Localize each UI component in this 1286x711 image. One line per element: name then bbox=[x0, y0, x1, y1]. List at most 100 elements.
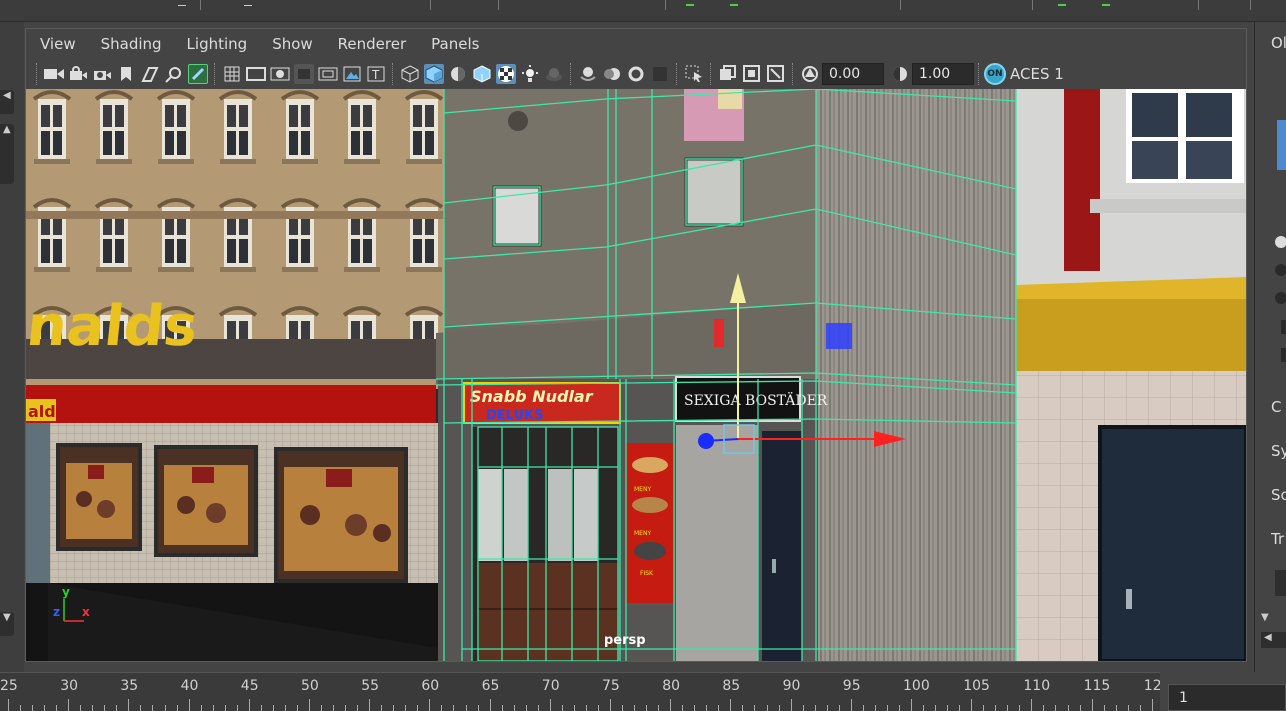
frame-tick bbox=[573, 705, 575, 711]
resolution-gate-icon[interactable] bbox=[270, 64, 290, 84]
frame-tick bbox=[947, 705, 949, 711]
anti-aliasing-icon[interactable] bbox=[626, 64, 646, 84]
frame-tick bbox=[826, 705, 828, 711]
checkbox[interactable] bbox=[1281, 348, 1286, 362]
safe-title-icon[interactable]: T bbox=[366, 64, 386, 84]
brand-sign-text: nalds bbox=[26, 294, 201, 359]
top-marker-green bbox=[686, 0, 694, 6]
top-marker-green bbox=[1102, 0, 1110, 6]
gamma-field[interactable] bbox=[912, 63, 974, 85]
top-divider bbox=[200, 0, 201, 10]
frame-tick bbox=[32, 705, 34, 711]
frame-tick bbox=[537, 705, 539, 711]
frame-tick bbox=[730, 699, 732, 711]
frame-tick bbox=[489, 699, 491, 711]
gamma-icon[interactable] bbox=[890, 64, 910, 84]
chevron-down-icon[interactable]: ▼ bbox=[1261, 612, 1286, 624]
textured-icon[interactable] bbox=[496, 64, 516, 84]
frame-tick-label: 105 bbox=[963, 678, 990, 694]
menu-shading[interactable]: Shading bbox=[101, 35, 162, 53]
toolbar-separator bbox=[570, 63, 572, 85]
default-material-icon[interactable] bbox=[448, 64, 468, 84]
radio-button-selected[interactable] bbox=[1275, 236, 1286, 248]
frame-tick bbox=[935, 705, 937, 711]
menu-view[interactable]: View bbox=[40, 35, 76, 53]
frame-tick bbox=[1043, 705, 1045, 711]
image-plane-icon[interactable] bbox=[140, 64, 160, 84]
frame-tick bbox=[778, 705, 780, 711]
film-gate-icon[interactable] bbox=[246, 64, 266, 84]
scroll-thumb[interactable] bbox=[0, 144, 14, 184]
3d-viewport[interactable]: nalds alds Snabb Nudlar DELUKS SEXIGA BO… bbox=[26, 89, 1246, 661]
depth-of-field-icon[interactable] bbox=[650, 64, 670, 84]
exposure-field[interactable] bbox=[822, 63, 884, 85]
svg-text:MENY: MENY bbox=[634, 486, 651, 493]
frame-tick-label: 80 bbox=[662, 678, 681, 694]
xray-icon[interactable] bbox=[718, 64, 738, 84]
wireframe-icon[interactable] bbox=[400, 64, 420, 84]
menu-lighting[interactable]: Lighting bbox=[187, 35, 248, 53]
frame-tick bbox=[585, 705, 587, 711]
current-frame-field[interactable] bbox=[1168, 684, 1286, 711]
menu-show[interactable]: Show bbox=[272, 35, 312, 53]
grid-icon[interactable] bbox=[222, 64, 242, 84]
frame-tick-label: 90 bbox=[782, 678, 801, 694]
frame-tick-label: 65 bbox=[481, 678, 500, 694]
2d-pan-zoom-icon[interactable] bbox=[164, 64, 184, 84]
isolate-select-icon[interactable] bbox=[684, 64, 704, 84]
exposure-icon[interactable] bbox=[800, 64, 820, 84]
frame-tick bbox=[911, 699, 912, 711]
bookmark-icon[interactable] bbox=[116, 64, 136, 84]
collapse-handle[interactable]: ◀ bbox=[0, 90, 14, 114]
frame-tick bbox=[1127, 705, 1129, 711]
frame-tick-label: 70 bbox=[541, 678, 560, 694]
frame-tick bbox=[670, 699, 672, 711]
attribute-field[interactable] bbox=[1275, 570, 1286, 596]
motion-blur-icon[interactable] bbox=[602, 64, 622, 84]
safe-action-icon[interactable] bbox=[342, 64, 362, 84]
frame-tick bbox=[766, 705, 768, 711]
grease-pencil-icon[interactable] bbox=[188, 64, 208, 84]
chevron-down-icon: ▼ bbox=[3, 612, 11, 623]
radio-button[interactable] bbox=[1275, 292, 1286, 304]
wireframe-on-shaded-icon[interactable] bbox=[472, 64, 492, 84]
color-management-toggle[interactable]: ON bbox=[984, 63, 1006, 85]
menu-panels[interactable]: Panels bbox=[431, 35, 479, 53]
frame-tick bbox=[802, 705, 804, 711]
svg-text:MENY: MENY bbox=[634, 530, 651, 537]
frame-tick bbox=[983, 705, 985, 711]
frame-tick bbox=[790, 699, 792, 711]
scroll-down-button[interactable]: ▼ bbox=[0, 612, 14, 636]
camera-name-label: persp bbox=[604, 633, 646, 648]
gate-mask-icon[interactable] bbox=[294, 64, 314, 84]
frame-tick bbox=[8, 699, 9, 711]
field-chart-icon[interactable] bbox=[318, 64, 338, 84]
axis-y-label: y bbox=[62, 585, 70, 599]
screen-space-ao-icon[interactable] bbox=[578, 64, 598, 84]
frame-tick bbox=[417, 705, 419, 711]
toolbar-separator bbox=[710, 63, 712, 85]
xray-active-icon[interactable] bbox=[742, 64, 762, 84]
use-all-lights-icon[interactable] bbox=[520, 64, 540, 84]
view-transform-label[interactable]: ACES 1 bbox=[1010, 65, 1064, 83]
panel-tab-active[interactable] bbox=[1277, 120, 1286, 170]
shadows-icon[interactable] bbox=[544, 64, 564, 84]
camera-attributes-icon[interactable] bbox=[92, 64, 112, 84]
smooth-shade-icon[interactable] bbox=[424, 64, 444, 84]
frame-tick bbox=[260, 705, 262, 711]
scroll-left-button[interactable]: ◀ bbox=[1261, 632, 1286, 648]
frame-tick bbox=[236, 705, 238, 711]
camera-lock-icon[interactable] bbox=[68, 64, 88, 84]
radio-button[interactable] bbox=[1275, 264, 1286, 276]
frame-tick-label: 60 bbox=[421, 678, 440, 694]
menu-renderer[interactable]: Renderer bbox=[338, 35, 406, 53]
camera-select-icon[interactable] bbox=[44, 64, 64, 84]
frame-tick bbox=[622, 705, 624, 711]
frame-tick bbox=[742, 705, 744, 711]
frame-tick-label: 95 bbox=[842, 678, 861, 694]
checkbox[interactable] bbox=[1281, 320, 1286, 334]
xray-joints-icon[interactable] bbox=[766, 64, 786, 84]
time-slider[interactable]: 25 30 35 40 45 50 55 60 65 70 75 80 85 90 95 100 105 110 1… bbox=[0, 672, 1160, 711]
top-marker bbox=[178, 0, 186, 6]
svg-text:FISK: FISK bbox=[640, 570, 654, 577]
